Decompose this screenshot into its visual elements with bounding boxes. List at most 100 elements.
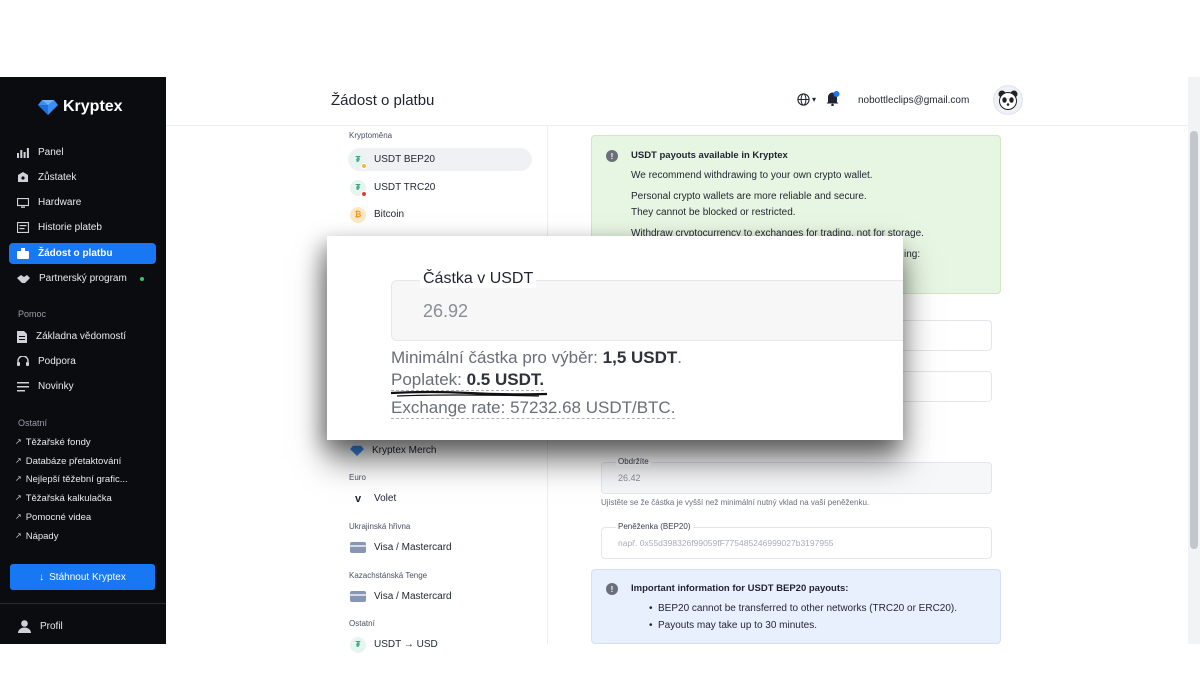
method-label: USDT → USD [374, 639, 438, 650]
minimum-label: Minimální částka pro výběr: [391, 348, 603, 367]
diamond-icon [38, 100, 58, 115]
sidebar-item-support[interactable]: Podpora [9, 351, 156, 372]
brand-name: Kryptex [63, 98, 123, 115]
sidebar-item-label: Zůstatek [38, 172, 77, 183]
sidebar-item-label: Profil [40, 621, 63, 632]
document-icon [17, 330, 27, 343]
user-email[interactable]: nobottleclips@gmail.com [858, 95, 969, 106]
sidebar-item-label: Podpora [38, 356, 76, 367]
sidebar-link-label: Nápady [25, 531, 59, 542]
group-label-other: Ostatní [349, 619, 375, 628]
method-usdt-trc20[interactable]: ₮ USDT TRC20 [348, 176, 532, 199]
sidebar-item-profile[interactable]: Profil [18, 620, 63, 633]
external-link-icon: ↗ [15, 531, 22, 540]
payout-icon [17, 248, 29, 259]
tether-icon: ₮ [350, 179, 367, 197]
sidebar-item-label: Novinky [38, 381, 74, 392]
download-arrow-icon: ↓ [39, 571, 45, 583]
page-title: Žádost o platbu [331, 92, 435, 109]
method-usdt-usd[interactable]: ₮ USDT → USD [348, 633, 532, 656]
group-label-crypto: Kryptoměna [349, 131, 393, 140]
receive-amount-label: Obdržíte [616, 457, 651, 466]
brand-logo[interactable]: Kryptex [38, 98, 123, 116]
group-label-uah: Ukrajinská hřivna [349, 522, 411, 531]
sidebar-item-payment-history[interactable]: Historie plateb [9, 217, 156, 238]
download-kryptex-button[interactable]: ↓ Stáhnout Kryptex [10, 564, 155, 590]
exchange-rate-text: Exchange rate: 57232.68 USDT/BTC. [391, 398, 676, 419]
notifications-button[interactable] [826, 91, 840, 111]
fee-label: Poplatek: [391, 370, 467, 389]
minimum-suffix: . [677, 348, 683, 367]
sidebar-link-help-videos[interactable]: ↗ Pomocné videa [15, 512, 160, 523]
sidebar: Kryptex Panel Zůstatek Hardware Historie… [0, 77, 166, 644]
sidebar-item-label: Panel [38, 147, 64, 158]
banner-line: Personal crypto wallets are more reliabl… [631, 191, 867, 202]
card-icon [350, 542, 366, 553]
tron-badge-icon [361, 190, 367, 197]
sidebar-link-label: Pomocné videa [25, 512, 92, 523]
sidebar-link-mining-calculator[interactable]: ↗ Těžařská kalkulačka [15, 493, 160, 504]
method-usdt-bep20[interactable]: ₮ USDT BEP20 [348, 148, 532, 171]
bnb-badge-icon [361, 162, 367, 169]
sidebar-link-label: Nejlepší těžební grafic... [25, 474, 128, 485]
sidebar-link-mining-pools[interactable]: ↗ Těžařské fondy [15, 437, 160, 448]
wallet-address-input[interactable]: např. 0x55d398326f99059fF775485246999027… [601, 527, 992, 559]
method-volet[interactable]: v Volet [348, 487, 532, 510]
info-icon: ! [606, 150, 618, 162]
method-kryptex-merch[interactable]: Kryptex Merch [348, 439, 532, 462]
sidebar-item-knowledge-base[interactable]: Základna vědomostí [9, 326, 156, 347]
bell-icon [826, 91, 840, 107]
banner-line: They cannot be blocked or restricted. [631, 207, 796, 218]
sidebar-link-best-gpus[interactable]: ↗ Nejlepší těžební grafic... [15, 474, 160, 485]
avatar[interactable] [993, 85, 1023, 115]
sidebar-link-label: Databáze přetaktování [25, 456, 122, 467]
sidebar-item-payout-request[interactable]: Žádost o platbu [9, 243, 156, 264]
card-icon [350, 591, 366, 602]
method-label: USDT BEP20 [374, 154, 435, 165]
minimum-withdrawal-text: Minimální částka pro výběr: 1,5 USDT. [391, 348, 682, 368]
banner-line: ing: [904, 249, 921, 260]
volet-icon: v [354, 492, 362, 505]
group-label-euro: Euro [349, 473, 366, 482]
sidebar-item-panel[interactable]: Panel [9, 142, 156, 163]
sidebar-link-label: Těžařské fondy [25, 437, 91, 448]
sidebar-divider [0, 603, 166, 604]
sidebar-link-ideas[interactable]: ↗ Nápady [15, 531, 160, 542]
language-switcher[interactable]: ▾ [797, 93, 816, 106]
sidebar-item-label: Hardware [38, 197, 82, 208]
headset-icon [17, 356, 29, 366]
external-link-icon: ↗ [15, 493, 22, 502]
fee-text: Poplatek: 0.5 USDT. [391, 370, 545, 391]
external-link-icon: ↗ [15, 437, 22, 446]
method-label: Visa / Mastercard [374, 591, 452, 602]
method-bitcoin[interactable]: ₿ Bitcoin [348, 203, 532, 226]
new-indicator-dot [139, 276, 144, 281]
sidebar-item-partner-program[interactable]: Partnerský program [9, 268, 156, 289]
page-scrollbar[interactable] [1188, 77, 1200, 644]
method-visa-mastercard-kzt[interactable]: Visa / Mastercard [348, 585, 532, 608]
method-label: Kryptex Merch [372, 445, 437, 456]
wallet-address-placeholder: např. 0x55d398326f99059fF775485246999027… [618, 538, 834, 548]
external-link-icon: ↗ [15, 512, 22, 521]
banner-line: We recommend withdrawing to your own cry… [631, 170, 873, 181]
scrollbar-thumb[interactable] [1190, 131, 1198, 549]
globe-icon [797, 93, 810, 106]
sidebar-item-news[interactable]: Novinky [9, 376, 156, 397]
banner-title: USDT payouts available in Kryptex [631, 150, 788, 161]
handshake-icon [17, 274, 30, 283]
sidebar-link-overclock-db[interactable]: ↗ Databáze přetaktování [15, 456, 160, 467]
chart-bars-icon [17, 147, 29, 158]
chevron-down-icon: ▾ [812, 95, 817, 104]
wallet-icon [18, 172, 28, 182]
sidebar-item-hardware[interactable]: Hardware [9, 192, 156, 213]
diamond-icon [350, 445, 364, 456]
banner-bullet: BEP20 cannot be transferred to other net… [649, 603, 957, 614]
method-visa-mastercard-uah[interactable]: Visa / Mastercard [348, 536, 532, 559]
external-link-icon: ↗ [15, 474, 22, 483]
amount-value: 26.92 [423, 301, 469, 321]
sidebar-item-balance[interactable]: Zůstatek [9, 167, 156, 188]
list-icon [17, 381, 29, 391]
monitor-icon [17, 197, 29, 208]
section-label-other: Ostatní [18, 418, 48, 428]
fee-value: 0.5 USDT. [466, 370, 545, 389]
